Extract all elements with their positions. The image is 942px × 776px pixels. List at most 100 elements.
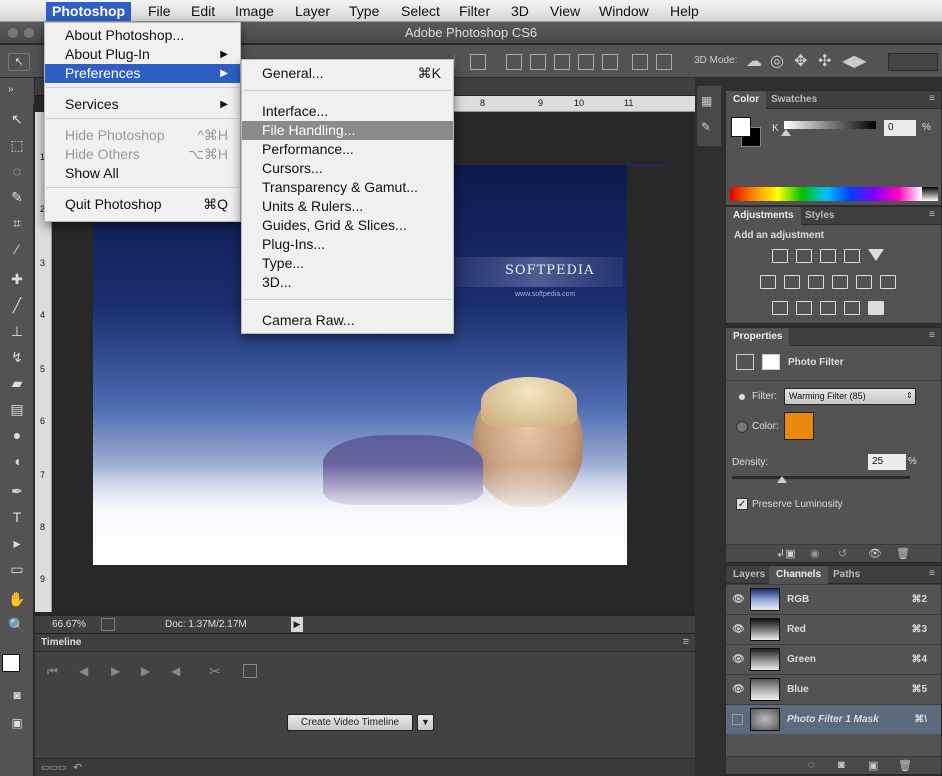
selective-color-icon[interactable] — [868, 301, 884, 315]
channel-row-rgb[interactable]: 👁 RGB ⌘2 — [726, 584, 941, 614]
audio-icon[interactable]: ◀ — [171, 664, 180, 678]
brush-tool-icon[interactable]: ╱ — [4, 294, 30, 316]
menu-edit[interactable]: Edit — [185, 2, 221, 21]
eraser-tool-icon[interactable]: ▰ — [4, 372, 30, 394]
healing-brush-tool-icon[interactable]: ✚ — [4, 268, 30, 290]
panel-menu-icon[interactable]: ≡ — [929, 568, 935, 579]
align-right-icon[interactable] — [602, 54, 618, 70]
pref-file-handling[interactable]: File Handling... — [242, 121, 453, 140]
apple-menu-icon[interactable] — [14, 1, 26, 20]
color-lookup-icon[interactable] — [880, 275, 896, 289]
menu-layer[interactable]: Layer — [289, 2, 336, 21]
black-white-icon[interactable] — [808, 275, 824, 289]
channel-mixer-icon[interactable] — [856, 275, 872, 289]
preserve-luminosity-checkbox[interactable]: ✓ — [736, 498, 748, 510]
3d-slide-icon[interactable]: ✣ — [818, 51, 831, 71]
k-slider-thumb[interactable] — [781, 129, 791, 136]
menu-item-show-all[interactable]: Show All — [45, 164, 240, 183]
menu-item-services[interactable]: Services ▶ — [45, 95, 240, 114]
invert-icon[interactable] — [772, 301, 788, 315]
3d-drag-icon[interactable]: ✥ — [794, 51, 807, 71]
close-window-icon[interactable] — [8, 28, 18, 38]
new-channel-icon[interactable]: ▣ — [868, 759, 878, 772]
save-selection-icon[interactable]: ◙ — [838, 759, 845, 771]
screen-mode-icon[interactable]: ▣ — [4, 712, 30, 734]
pref-3d[interactable]: 3D... — [242, 273, 453, 292]
lasso-tool-icon[interactable]: ◌ — [4, 160, 30, 182]
gradient-tool-icon[interactable]: ▤ — [4, 398, 30, 420]
tab-channels[interactable]: Channels — [769, 566, 829, 584]
menu-item-hide-others[interactable]: Hide Others ⌥⌘H — [45, 145, 240, 164]
filter-select[interactable]: Warming Filter (85) — [784, 388, 916, 405]
photo-filter-icon[interactable] — [832, 275, 848, 289]
menu-type[interactable]: Type — [343, 2, 385, 21]
play-icon[interactable]: ▶ — [111, 664, 120, 678]
shape-tool-icon[interactable]: ▭ — [4, 558, 30, 580]
eye-icon[interactable]: 👁 — [732, 615, 745, 645]
visibility-icon[interactable]: 👁 — [868, 547, 882, 560]
levels-icon[interactable] — [796, 249, 812, 263]
curves-icon[interactable] — [820, 249, 836, 263]
move-tool-preset-icon[interactable]: ↖ — [8, 53, 30, 71]
eye-icon[interactable]: 👁 — [732, 645, 745, 675]
menu-filter[interactable]: Filter — [453, 2, 496, 21]
timeline-footer-grid-icon[interactable]: ▭▭▭ — [41, 762, 67, 773]
channel-row-green[interactable]: 👁 Green ⌘4 — [726, 644, 941, 674]
tab-adjustments[interactable]: Adjustments — [726, 207, 801, 225]
3d-scale-icon[interactable]: ◀▶ — [842, 51, 867, 71]
channel-row-red[interactable]: 👁 Red ⌘3 — [726, 614, 941, 644]
menu-item-quit-photoshop[interactable]: Quit Photoshop ⌘Q — [45, 195, 240, 214]
hand-tool-icon[interactable]: ✋ — [4, 588, 30, 610]
filter-radio[interactable] — [736, 391, 748, 403]
threshold-icon[interactable] — [820, 301, 836, 315]
convert-icon[interactable]: ↶ — [73, 761, 82, 774]
distribute-icon[interactable] — [632, 54, 648, 70]
menu-select[interactable]: Select — [395, 2, 446, 21]
eye-icon[interactable]: 👁 — [732, 675, 745, 705]
menu-image[interactable]: Image — [229, 2, 280, 21]
color-spectrum-ramp[interactable] — [730, 187, 922, 201]
history-brush-tool-icon[interactable]: ↯ — [4, 346, 30, 368]
exposure-icon[interactable] — [844, 249, 860, 263]
history-panel-icon[interactable]: ▦ — [701, 94, 712, 108]
next-frame-icon[interactable]: ▶ — [141, 664, 150, 678]
delete-icon[interactable]: 🗑 — [896, 547, 910, 560]
expand-tools-icon[interactable]: » — [8, 84, 14, 95]
workspace-switcher[interactable] — [888, 53, 938, 71]
menu-window[interactable]: Window — [593, 2, 655, 21]
density-value-field[interactable]: 25 — [868, 454, 906, 470]
pref-type[interactable]: Type... — [242, 254, 453, 273]
properties-panel-icon[interactable]: ✎ — [701, 120, 711, 134]
zoom-tool-icon[interactable]: 🔍 — [4, 614, 30, 636]
color-fg-swatch[interactable] — [731, 117, 751, 137]
density-slider-track[interactable] — [732, 476, 910, 479]
menu-help[interactable]: Help — [664, 2, 705, 21]
panel-menu-icon[interactable]: ≡ — [929, 209, 935, 220]
align-top-icon[interactable] — [470, 54, 486, 70]
menu-item-hide-photoshop[interactable]: Hide Photoshop ^⌘H — [45, 126, 240, 145]
delete-channel-icon[interactable]: 🗑 — [898, 759, 912, 772]
filter-color-swatch[interactable] — [784, 412, 814, 440]
marquee-tool-icon[interactable]: ⬚ — [4, 134, 30, 156]
status-info-icon[interactable] — [101, 618, 115, 631]
prev-frame-icon[interactable]: ◀ — [79, 664, 88, 678]
first-frame-icon[interactable]: ⏮ — [47, 664, 58, 679]
dodge-tool-icon[interactable]: ◖ — [4, 450, 30, 472]
tab-paths[interactable]: Paths — [826, 566, 867, 584]
posterize-icon[interactable] — [796, 301, 812, 315]
tab-color[interactable]: Color — [726, 91, 767, 109]
channel-row-blue[interactable]: 👁 Blue ⌘5 — [726, 674, 941, 704]
minimize-window-icon[interactable] — [24, 28, 34, 38]
panel-menu-icon[interactable]: ≡ — [683, 636, 689, 648]
pref-performance[interactable]: Performance... — [242, 140, 453, 159]
crop-tool-icon[interactable]: ⌗ — [4, 212, 30, 234]
foreground-color-swatch[interactable] — [2, 654, 20, 672]
align-vcenter-icon[interactable] — [506, 54, 522, 70]
clone-stamp-tool-icon[interactable]: ⊥ — [4, 320, 30, 342]
color-radio[interactable] — [736, 421, 748, 433]
k-slider-track[interactable] — [784, 121, 876, 129]
zoom-level[interactable]: 66.67% — [52, 619, 86, 630]
pref-general[interactable]: General... ⌘K — [242, 64, 453, 83]
pref-guides-grid-slices[interactable]: Guides, Grid & Slices... — [242, 216, 453, 235]
create-video-timeline-button[interactable]: Create Video Timeline — [287, 714, 413, 731]
